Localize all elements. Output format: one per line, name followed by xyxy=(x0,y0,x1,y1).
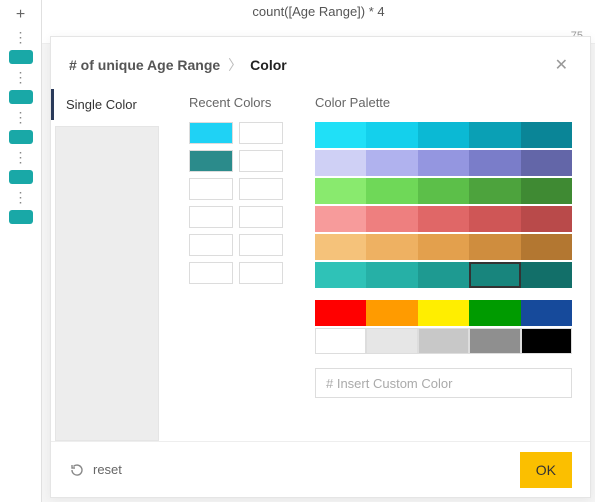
recent-color-swatch[interactable] xyxy=(239,234,283,256)
field-pill[interactable] xyxy=(9,210,33,224)
palette-color-swatch[interactable] xyxy=(418,150,469,176)
basic-color-swatch[interactable] xyxy=(469,328,520,354)
palette-color-swatch[interactable] xyxy=(521,234,572,260)
basic-color-swatch[interactable] xyxy=(521,328,572,354)
field-pill[interactable] xyxy=(9,90,33,104)
basic-color-swatch[interactable] xyxy=(418,328,469,354)
recent-panel: Recent Colors xyxy=(171,89,311,441)
palette-color-swatch[interactable] xyxy=(366,262,417,288)
left-panel: Single Color xyxy=(51,89,171,441)
dialog-footer: reset OK xyxy=(51,441,590,497)
recent-color-swatch[interactable] xyxy=(189,150,233,172)
basic-color-swatch[interactable] xyxy=(418,300,469,326)
palette-color-swatch[interactable] xyxy=(469,206,520,232)
palette-color-swatch[interactable] xyxy=(469,234,520,260)
recent-color-swatch[interactable] xyxy=(189,206,233,228)
palette-color-swatch[interactable] xyxy=(366,206,417,232)
palette-color-swatch[interactable] xyxy=(521,122,572,148)
palette-color-swatch[interactable] xyxy=(418,122,469,148)
basic-color-swatch[interactable] xyxy=(315,328,366,354)
palette-color-swatch[interactable] xyxy=(366,150,417,176)
recent-color-swatch[interactable] xyxy=(239,262,283,284)
basic-color-swatch[interactable] xyxy=(469,300,520,326)
chevron-right-icon: 〉 xyxy=(228,55,242,75)
add-icon[interactable]: + xyxy=(12,6,30,24)
basic-color-swatch[interactable] xyxy=(366,300,417,326)
close-icon[interactable]: ✕ xyxy=(551,51,572,79)
palette-color-swatch[interactable] xyxy=(366,234,417,260)
tab-single-color[interactable]: Single Color xyxy=(51,89,171,120)
field-pill[interactable] xyxy=(9,170,33,184)
palette-color-swatch[interactable] xyxy=(418,206,469,232)
reset-label: reset xyxy=(93,462,122,477)
more-icon[interactable]: ⋮ xyxy=(14,190,28,204)
palette-color-swatch[interactable] xyxy=(469,178,520,204)
custom-color-input[interactable] xyxy=(315,368,572,398)
dialog-body: Single Color Recent Colors Color Palette xyxy=(51,89,590,441)
recent-color-swatch[interactable] xyxy=(239,178,283,200)
field-pill[interactable] xyxy=(9,130,33,144)
recent-color-swatch[interactable] xyxy=(189,234,233,256)
more-icon[interactable]: ⋮ xyxy=(14,70,28,84)
palette-color-swatch[interactable] xyxy=(521,206,572,232)
color-preview xyxy=(55,126,159,441)
palette-color-swatch[interactable] xyxy=(315,150,366,176)
reset-icon xyxy=(69,462,85,478)
formula-text: count([Age Range]) * 4 xyxy=(252,4,384,19)
color-dialog: # of unique Age Range 〉 Color ✕ Single C… xyxy=(50,36,591,498)
palette-color-swatch[interactable] xyxy=(521,262,572,288)
recent-color-swatch[interactable] xyxy=(239,206,283,228)
ok-button[interactable]: OK xyxy=(520,452,572,488)
palette-color-swatch[interactable] xyxy=(418,262,469,288)
palette-color-swatch[interactable] xyxy=(521,178,572,204)
palette-panel: Color Palette xyxy=(311,89,572,441)
basic-colors-grid xyxy=(315,300,572,354)
palette-color-swatch[interactable] xyxy=(315,234,366,260)
palette-color-swatch[interactable] xyxy=(469,262,520,288)
palette-title: Color Palette xyxy=(315,95,572,110)
left-sidebar: + ⋮ ⋮ ⋮ ⋮ ⋮ xyxy=(0,0,42,502)
field-pill[interactable] xyxy=(9,50,33,64)
palette-color-swatch[interactable] xyxy=(469,122,520,148)
reset-button[interactable]: reset xyxy=(69,462,122,478)
recent-colors-grid xyxy=(189,122,297,284)
palette-color-swatch[interactable] xyxy=(366,122,417,148)
palette-color-swatch[interactable] xyxy=(521,150,572,176)
basic-color-swatch[interactable] xyxy=(315,300,366,326)
recent-color-swatch[interactable] xyxy=(189,122,233,144)
more-icon[interactable]: ⋮ xyxy=(14,150,28,164)
dialog-header: # of unique Age Range 〉 Color ✕ xyxy=(51,37,590,89)
palette-color-swatch[interactable] xyxy=(315,262,366,288)
breadcrumb-first[interactable]: # of unique Age Range xyxy=(69,57,220,73)
palette-color-swatch[interactable] xyxy=(469,150,520,176)
palette-color-swatch[interactable] xyxy=(366,178,417,204)
palette-color-swatch[interactable] xyxy=(418,178,469,204)
basic-color-swatch[interactable] xyxy=(366,328,417,354)
more-icon[interactable]: ⋮ xyxy=(14,30,28,44)
recent-color-swatch[interactable] xyxy=(239,150,283,172)
breadcrumb: # of unique Age Range 〉 Color xyxy=(69,55,287,75)
more-icon[interactable]: ⋮ xyxy=(14,110,28,124)
recent-color-swatch[interactable] xyxy=(239,122,283,144)
breadcrumb-last: Color xyxy=(250,57,287,73)
palette-grid xyxy=(315,122,572,288)
palette-color-swatch[interactable] xyxy=(315,178,366,204)
palette-color-swatch[interactable] xyxy=(315,122,366,148)
palette-color-swatch[interactable] xyxy=(315,206,366,232)
basic-color-swatch[interactable] xyxy=(521,300,572,326)
palette-color-swatch[interactable] xyxy=(418,234,469,260)
recent-colors-title: Recent Colors xyxy=(189,95,297,110)
recent-color-swatch[interactable] xyxy=(189,178,233,200)
recent-color-swatch[interactable] xyxy=(189,262,233,284)
